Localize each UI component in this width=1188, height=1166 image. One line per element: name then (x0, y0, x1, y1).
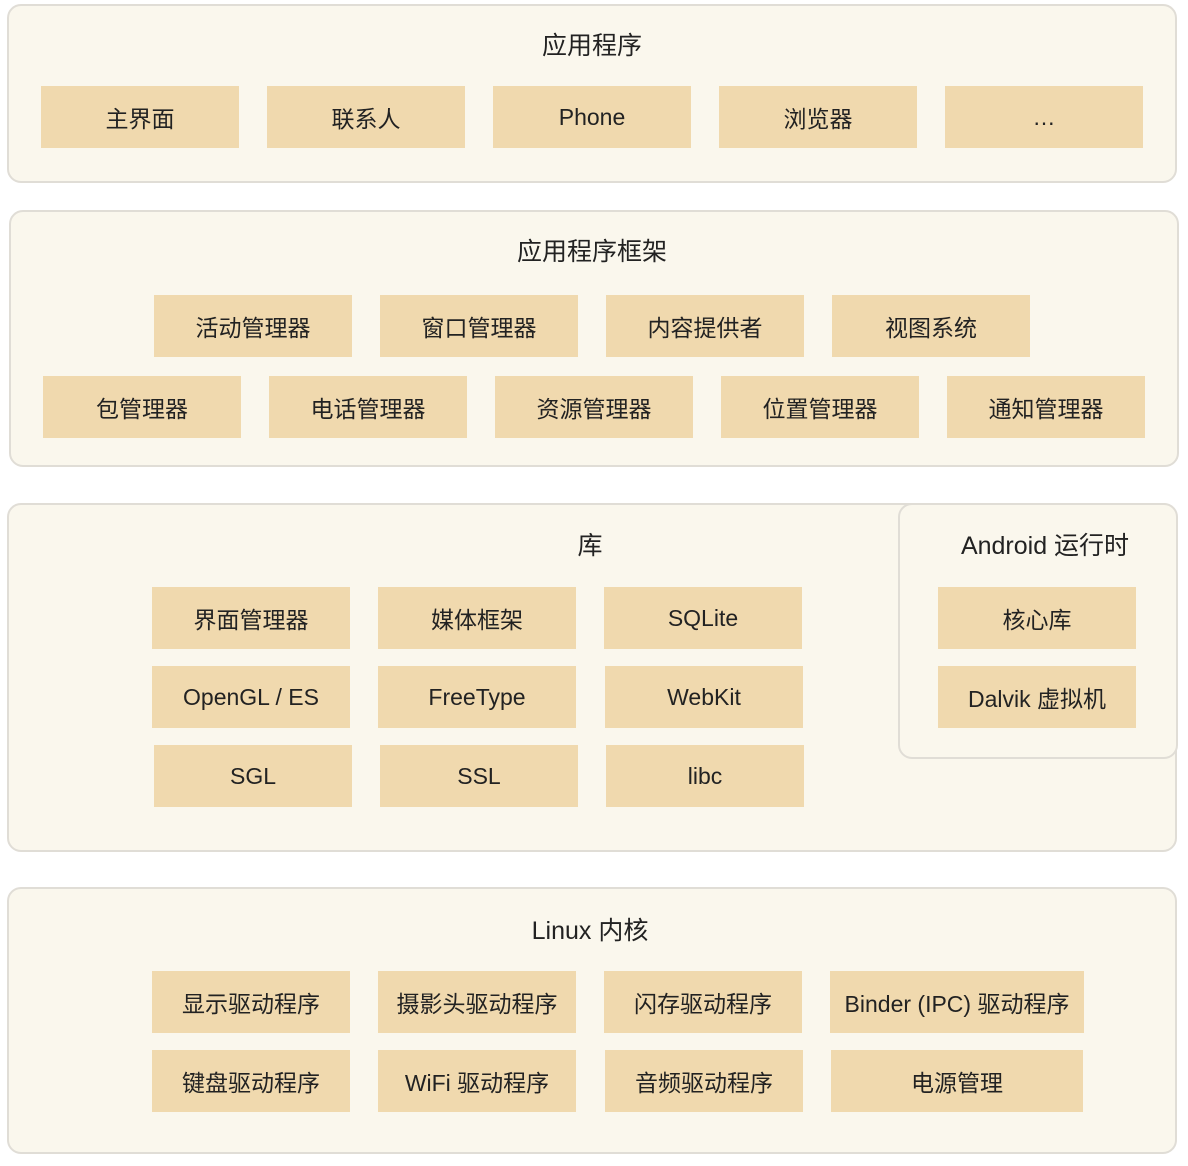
application-box: … (945, 86, 1143, 148)
library-box: SGL (154, 745, 352, 807)
kernel-box: 显示驱动程序 (152, 971, 350, 1033)
library-box: SSL (380, 745, 578, 807)
library-box: libc (606, 745, 804, 807)
library-box: 媒体框架 (378, 587, 576, 649)
library-box: SQLite (604, 587, 802, 649)
runtime-title: Android 运行时 (960, 532, 1130, 560)
kernel-box: 摄影头驱动程序 (378, 971, 576, 1033)
kernel-box: Binder (IPC) 驱动程序 (830, 971, 1084, 1033)
kernel-box: 键盘驱动程序 (152, 1050, 350, 1112)
library-box: FreeType (378, 666, 576, 728)
library-box: 界面管理器 (152, 587, 350, 649)
framework-box: 包管理器 (43, 376, 241, 438)
libraries-title: 库 (577, 532, 603, 560)
applications-title: 应用程序 (541, 32, 643, 60)
framework-box: 窗口管理器 (380, 295, 578, 357)
kernel-box: WiFi 驱动程序 (378, 1050, 576, 1112)
application-box: 浏览器 (719, 86, 917, 148)
library-box: OpenGL / ES (152, 666, 350, 728)
kernel-box: 闪存驱动程序 (604, 971, 802, 1033)
framework-box: 位置管理器 (721, 376, 919, 438)
kernel-box: 音频驱动程序 (605, 1050, 803, 1112)
framework-box: 资源管理器 (495, 376, 693, 438)
kernel-box: 电源管理 (831, 1050, 1083, 1112)
framework-box: 视图系统 (832, 295, 1030, 357)
framework-box: 内容提供者 (606, 295, 804, 357)
runtime-box: 核心库 (938, 587, 1136, 649)
framework-box: 通知管理器 (947, 376, 1145, 438)
runtime-box: Dalvik 虚拟机 (938, 666, 1136, 728)
library-box: WebKit (605, 666, 803, 728)
framework-box: 活动管理器 (154, 295, 352, 357)
framework-box: 电话管理器 (269, 376, 467, 438)
application-box: Phone (493, 86, 691, 148)
framework-title: 应用程序框架 (516, 238, 668, 266)
application-box: 主界面 (41, 86, 239, 148)
application-box: 联系人 (267, 86, 465, 148)
kernel-title: Linux 内核 (531, 917, 649, 945)
